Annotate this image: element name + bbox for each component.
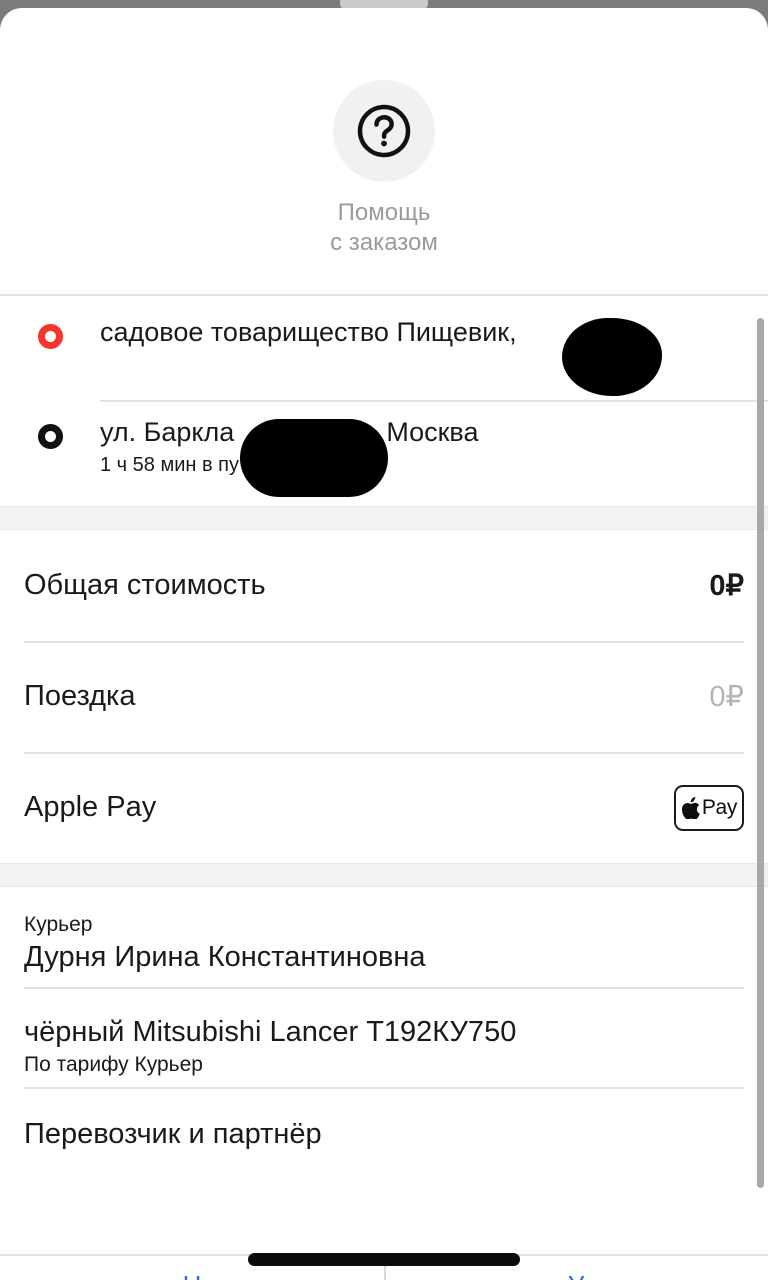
help-label-line1: Помощь bbox=[337, 199, 431, 226]
apple-pay-badge[interactable]: Pay bbox=[674, 784, 744, 831]
pickup-address-text: садовое товарищество Пищевик, bbox=[100, 296, 768, 350]
row-apple-pay[interactable]: Apple Pay Pay bbox=[0, 752, 768, 863]
apple-logo-icon bbox=[681, 796, 700, 819]
trip-cost-label: Поездка bbox=[24, 680, 136, 712]
bottom-tab-1-label: Н bbox=[183, 1272, 202, 1280]
apple-pay-badge-text: Pay bbox=[701, 795, 738, 819]
redaction-blob-pickup bbox=[562, 318, 662, 396]
row-courier[interactable]: Курьер Дурня Ирина Константиновна bbox=[0, 887, 768, 987]
destination-eta: 1 ч 58 мин в пу bbox=[100, 454, 239, 476]
help-with-order-block[interactable]: Помощь с заказом bbox=[0, 8, 768, 296]
courier-block: Курьер Дурня Ирина Константиновна чёрный… bbox=[0, 887, 768, 1183]
trip-cost-value: 0₽ bbox=[709, 681, 744, 713]
redaction-blob-destination bbox=[240, 419, 388, 497]
destination-address-text: ул. Баркла Москва 1 ч 58 мин в пу bbox=[100, 396, 768, 478]
vehicle-tariff: По тарифу Курьер bbox=[24, 1053, 203, 1076]
row-carrier-partner[interactable]: Перевозчик и партнёр bbox=[0, 1087, 768, 1183]
courier-role-label: Курьер bbox=[24, 913, 93, 936]
help-label-line2: с заказом bbox=[330, 229, 438, 256]
order-details-sheet: Помощь с заказом садовое товарищество Пи… bbox=[0, 8, 768, 1280]
vertical-scrollbar[interactable] bbox=[757, 318, 764, 1188]
row-vehicle[interactable]: чёрный Mitsubishi Lancer Т192КУ750 По та… bbox=[0, 987, 768, 1087]
carrier-partner-label: Перевозчик и партнёр bbox=[24, 1118, 322, 1150]
bottom-tab-2-label: У bbox=[568, 1272, 585, 1280]
home-indicator[interactable] bbox=[248, 1253, 520, 1266]
question-mark-circle-icon[interactable] bbox=[333, 80, 435, 182]
apple-pay-label: Apple Pay bbox=[24, 791, 157, 823]
destination-address-prefix: ул. Баркла bbox=[100, 417, 235, 447]
row-total-cost[interactable]: Общая стоимость 0₽ bbox=[0, 530, 768, 641]
section-separator-band-1 bbox=[0, 506, 768, 530]
payment-list: Общая стоимость 0₽ Поездка 0₽ Apple Pay … bbox=[0, 530, 768, 863]
scrollbar-thumb[interactable] bbox=[757, 318, 764, 1188]
destination-ring-icon bbox=[0, 396, 100, 449]
row-trip-cost[interactable]: Поездка 0₽ bbox=[0, 641, 768, 752]
help-label: Помощь с заказом bbox=[330, 198, 438, 258]
vehicle-description: чёрный Mitsubishi Lancer Т192КУ750 bbox=[24, 1016, 517, 1048]
total-cost-value: 0₽ bbox=[709, 570, 744, 602]
section-separator-band-2 bbox=[0, 863, 768, 887]
courier-name: Дурня Ирина Константиновна bbox=[24, 941, 426, 973]
destination-address-suffix: Москва bbox=[386, 417, 479, 447]
pickup-ring-icon bbox=[0, 296, 100, 349]
total-cost-label: Общая стоимость bbox=[24, 569, 266, 601]
